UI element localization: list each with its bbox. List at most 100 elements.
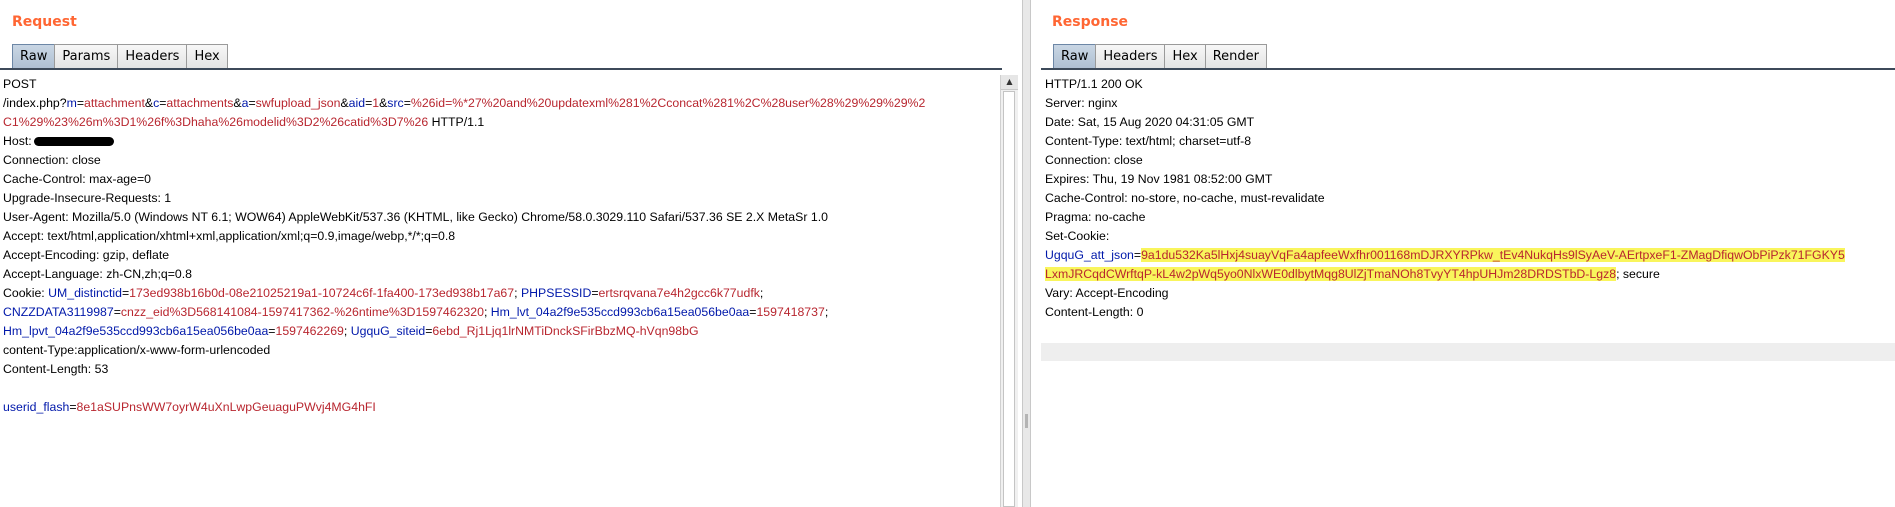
text-segment: Accept-Language: zh-CN,zh;q=0.8 xyxy=(3,267,193,281)
text-segment: User-Agent: Mozilla/5.0 (Windows NT 6.1;… xyxy=(3,210,828,224)
text-segment: content-Type:application/x-www-form-urle… xyxy=(3,343,271,357)
param-value: cnzz_eid%3D568141084-1597417362-%26ntime… xyxy=(120,305,484,319)
response-empty-row xyxy=(1041,343,1895,361)
request-editor[interactable]: POST/index.php?m=attachment&c=attachment… xyxy=(0,75,1022,507)
param-value: 1597462269 xyxy=(275,324,344,338)
text-segment: = xyxy=(403,96,411,110)
request-line: Upgrade-Insecure-Requests: 1 xyxy=(0,189,1022,208)
text-segment: Cache-Control: max-age=0 xyxy=(3,172,151,186)
response-tab-raw[interactable]: Raw xyxy=(1053,44,1097,69)
request-scroll-thumb[interactable] xyxy=(1003,91,1015,507)
request-line: /index.php?m=attachment&c=attachments&a=… xyxy=(0,94,1022,113)
request-line: User-Agent: Mozilla/5.0 (Windows NT 6.1;… xyxy=(0,208,1022,227)
request-line: Connection: close xyxy=(0,151,1022,170)
text-segment: = xyxy=(76,96,85,110)
param-value: 8e1aSUPnsWW7oyrW4uXnLwpGeuaguPWvj4MG4hFI xyxy=(76,400,376,414)
response-title: Response xyxy=(1052,14,1129,30)
text-segment: Vary: Accept-Encoding xyxy=(1045,286,1169,300)
response-tab-render[interactable]: Render xyxy=(1204,44,1267,69)
param-name: UM_distinctid xyxy=(48,286,122,300)
response-line: LxmJRCqdCWrftqP-kL4w2pWq5yo0NlxWE0dlbytM… xyxy=(1042,265,1895,284)
request-line: Hm_lpvt_04a2f9e535ccd993cb6a15ea056be0aa… xyxy=(0,322,1022,341)
request-line: content-Type:application/x-www-form-urle… xyxy=(0,341,1022,360)
text-segment: Content-Length: 53 xyxy=(3,362,109,376)
request-line: Content-Length: 53 xyxy=(0,360,1022,379)
request-tab-headers[interactable]: Headers xyxy=(117,44,188,69)
text-segment: = xyxy=(248,96,256,110)
text-segment: ; secure xyxy=(1616,267,1660,281)
text-segment: Upgrade-Insecure-Requests: 1 xyxy=(3,191,172,205)
param-value: %26id=%*27%20and%20updatexml%281%2Cconca… xyxy=(410,96,926,110)
param-name: Hm_lvt_04a2f9e535ccd993cb6a15ea056be0aa xyxy=(490,305,750,319)
param-value: 9a1du532Ka5lHxj4suayVqFa4apfeeWxfhr00116… xyxy=(1141,248,1845,262)
request-scrollbar[interactable]: ▲ xyxy=(1000,75,1018,507)
text-segment: /index.php? xyxy=(3,96,67,110)
param-name: UgquG_att_json xyxy=(1045,248,1134,262)
request-tab-divider xyxy=(0,68,1002,70)
response-line: Connection: close xyxy=(1042,151,1895,170)
text-segment: ; xyxy=(343,324,351,338)
response-line: Pragma: no-cache xyxy=(1042,208,1895,227)
request-line: POST xyxy=(0,75,1022,94)
text-segment: Accept: text/html,application/xhtml+xml,… xyxy=(3,229,456,243)
param-name: Hm_lpvt_04a2f9e535ccd993cb6a15ea056be0aa xyxy=(3,324,269,338)
text-segment: & xyxy=(233,96,242,110)
param-value: LxmJRCqdCWrftqP-kL4w2pWq5yo0NlxWE0dlbytM… xyxy=(1045,267,1617,281)
request-line: C1%29%23%26m%3D1%26f%3Dhaha%26modelid%3D… xyxy=(0,113,1022,132)
request-line: CNZZDATA3119987=cnzz_eid%3D568141084-159… xyxy=(0,303,1022,322)
text-segment: ; xyxy=(514,286,521,300)
request-title: Request xyxy=(12,14,77,30)
text-segment: Set-Cookie: xyxy=(1045,229,1110,243)
param-value: 173ed938b16b0d-08e21025219a1-10724c6f-1f… xyxy=(129,286,515,300)
response-tab-divider xyxy=(1041,68,1895,70)
text-segment: Date: Sat, 15 Aug 2020 04:31:05 GMT xyxy=(1045,115,1255,129)
param-value: 6ebd_Rj1Ljq1lrNMTiDnckSFirBbzMQ-hVqn98bG xyxy=(432,324,699,338)
scroll-up-arrow-icon[interactable]: ▲ xyxy=(1001,75,1018,90)
param-name: src xyxy=(387,96,404,110)
text-segment: & xyxy=(340,96,349,110)
param-value: C1%29%23%26m%3D1%26f%3Dhaha%26modelid%3D… xyxy=(3,115,429,129)
response-line: Set-Cookie: xyxy=(1042,227,1895,246)
text-segment: ; xyxy=(759,286,764,300)
request-panel: Request Raw Params Headers Hex POST/inde… xyxy=(0,0,1022,507)
response-line: HTTP/1.1 200 OK xyxy=(1042,75,1895,94)
response-line: UgquG_att_json=9a1du532Ka5lHxj4suayVqFa4… xyxy=(1042,246,1895,265)
text-segment: Host: xyxy=(3,134,32,148)
response-line: Vary: Accept-Encoding xyxy=(1042,284,1895,303)
response-line: Content-Type: text/html; charset=utf-8 xyxy=(1042,132,1895,151)
param-name: m xyxy=(66,96,77,110)
response-panel: Response Raw Headers Hex Render HTTP/1.1… xyxy=(1031,0,1895,507)
text-segment: Server: nginx xyxy=(1045,96,1118,110)
text-segment: ; xyxy=(483,305,491,319)
request-tabs: Raw Params Headers Hex xyxy=(12,43,228,69)
text-segment: POST xyxy=(3,77,37,91)
request-tab-params[interactable]: Params xyxy=(54,44,119,69)
response-line: Date: Sat, 15 Aug 2020 04:31:05 GMT xyxy=(1042,113,1895,132)
response-tab-headers[interactable]: Headers xyxy=(1095,44,1166,69)
param-name: aid xyxy=(348,96,366,110)
response-line: Expires: Thu, 19 Nov 1981 08:52:00 GMT xyxy=(1042,170,1895,189)
text-segment: = xyxy=(1133,248,1142,262)
request-tab-hex[interactable]: Hex xyxy=(186,44,228,69)
param-name: userid_flash xyxy=(3,400,70,414)
param-value: attachment xyxy=(84,96,145,110)
splitter-grip-icon[interactable] xyxy=(1025,414,1028,428)
response-tab-hex[interactable]: Hex xyxy=(1164,44,1206,69)
response-line: Content-Length: 0 xyxy=(1042,303,1895,322)
redacted-host xyxy=(33,137,114,147)
text-segment: = xyxy=(591,286,599,300)
text-segment: Accept-Encoding: gzip, deflate xyxy=(3,248,170,262)
response-editor[interactable]: HTTP/1.1 200 OK Server: nginx Date: Sat, 1… xyxy=(1042,75,1895,507)
text-segment: Connection: close xyxy=(1045,153,1143,167)
text-segment: = xyxy=(69,400,77,414)
panel-splitter[interactable] xyxy=(1022,0,1031,507)
text-segment: Cache-Control: no-store, no-cache, must-… xyxy=(1045,191,1325,205)
request-line xyxy=(0,379,1022,398)
request-line: Accept-Encoding: gzip, deflate xyxy=(0,246,1022,265)
param-value: 1597418737 xyxy=(756,305,825,319)
param-value: swfupload_json xyxy=(255,96,341,110)
text-segment: Content-Type: text/html; charset=utf-8 xyxy=(1045,134,1252,148)
param-name: PHPSESSID xyxy=(520,286,592,300)
request-tab-raw[interactable]: Raw xyxy=(12,44,56,69)
param-value: attachments xyxy=(166,96,234,110)
